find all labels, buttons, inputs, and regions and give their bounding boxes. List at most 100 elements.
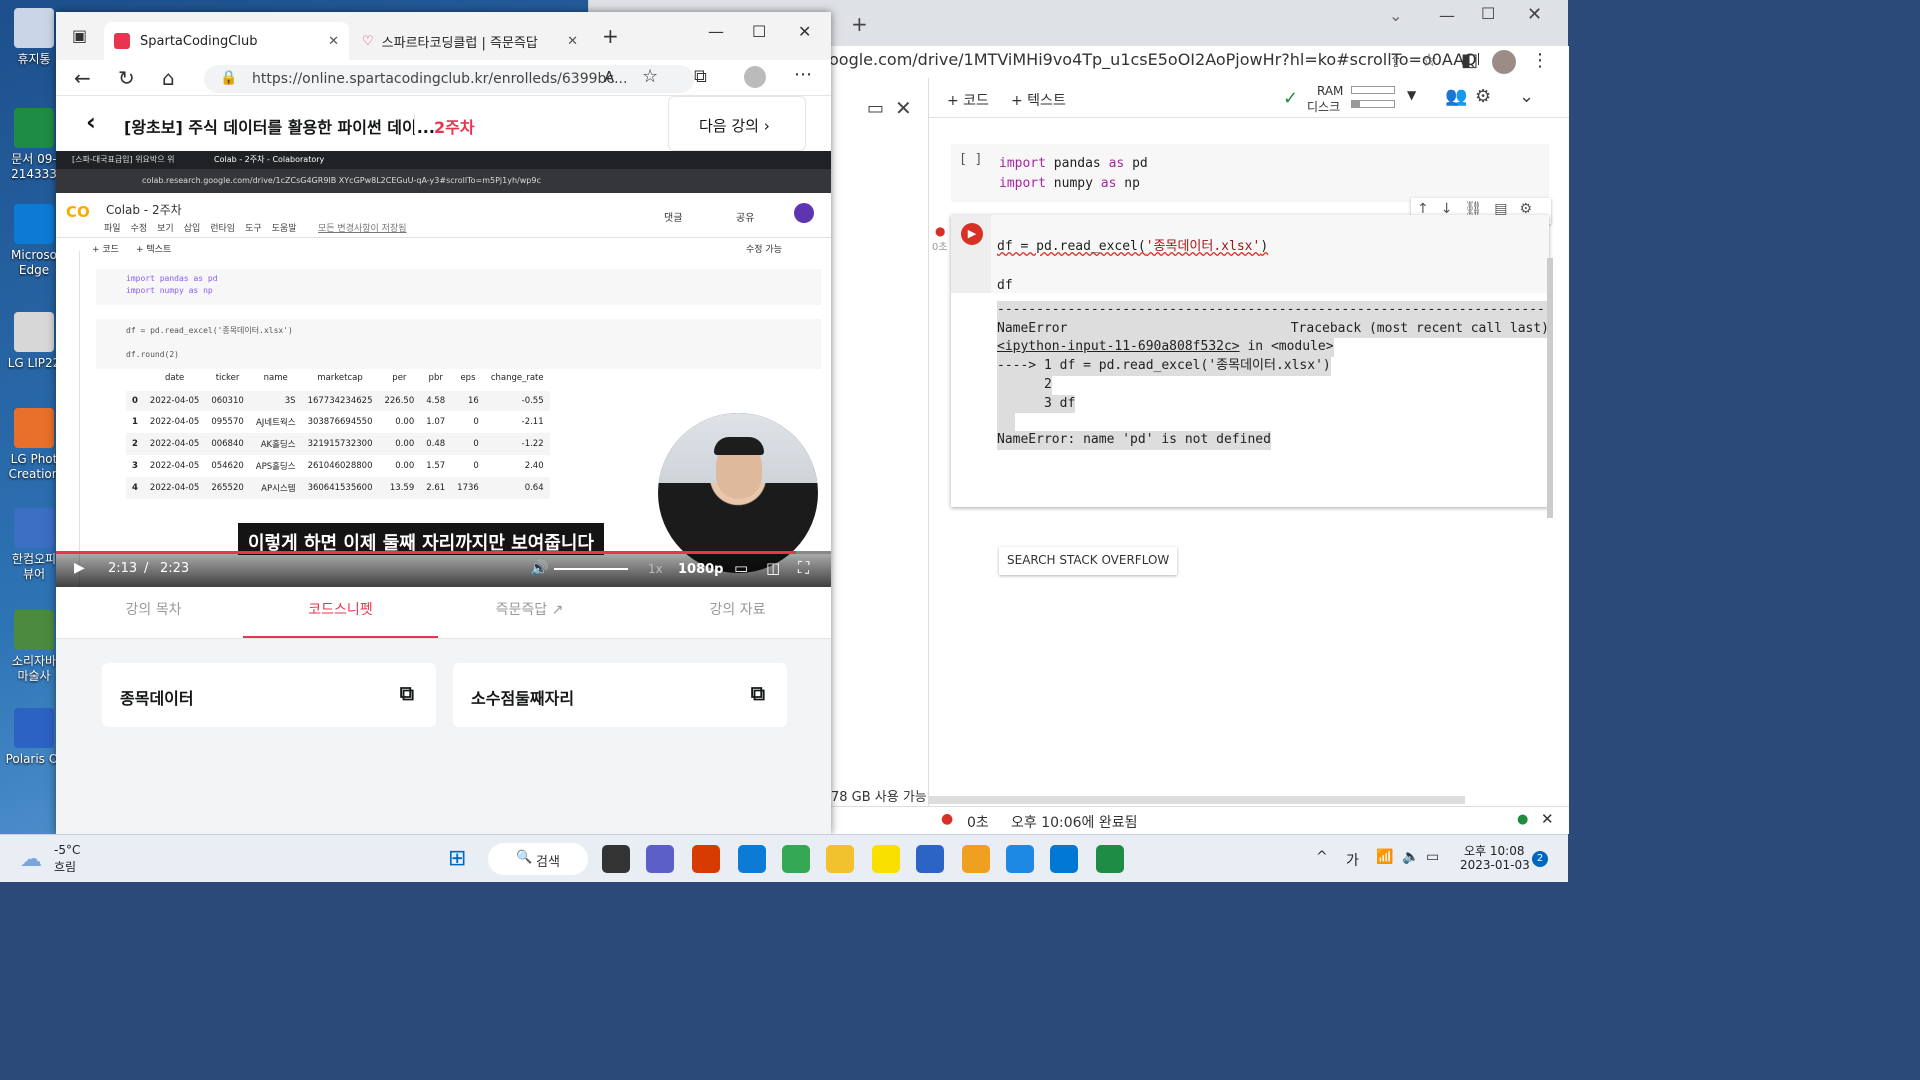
back-icon[interactable]: ← xyxy=(74,66,91,90)
add-text-button[interactable]: + 텍스트 xyxy=(1011,90,1066,110)
run-cell-button[interactable]: ▶ xyxy=(961,223,983,245)
close-panel-icon[interactable]: ✕ xyxy=(895,96,912,120)
refresh-icon[interactable]: ↻ xyxy=(118,66,135,90)
tab-qna[interactable]: ♡ 스파르타코딩클럽 | 즉문즉답 ✕ xyxy=(352,22,588,60)
traceback-link[interactable]: <ipython-input-11-690a808f532c> xyxy=(997,339,1240,354)
tab-qna-link[interactable]: 즉문즉답 ↗ xyxy=(432,587,627,639)
code-line: df = pd.read_excel('종목데이터.xlsx') xyxy=(997,239,1269,254)
pip-icon[interactable]: ◫ xyxy=(766,559,780,577)
clock-date[interactable]: 2023-01-03 xyxy=(1460,858,1530,872)
teams-icon[interactable] xyxy=(646,845,674,873)
volume-slider[interactable] xyxy=(554,568,628,570)
tab-actions-icon[interactable]: ▣ xyxy=(72,26,87,45)
clock-time[interactable]: 오후 10:08 xyxy=(1464,842,1524,859)
chrome-icon[interactable] xyxy=(782,845,810,873)
table-cell: 2.61 xyxy=(426,483,446,493)
app-icon xyxy=(14,408,54,448)
desktop-icon[interactable]: 문서 09- 214333 xyxy=(4,108,64,182)
home-icon[interactable]: ⌂ xyxy=(162,66,175,90)
search-box[interactable]: 🔍 검색 xyxy=(488,843,588,875)
code-cell-2[interactable]: ▶ df = pd.read_excel('종목데이터.xlsx') df --… xyxy=(951,215,1549,575)
snippet-card[interactable]: 종목데이터 ⧉ xyxy=(102,663,436,727)
desktop-icon[interactable]: LG LIP22 xyxy=(4,312,64,371)
next-lecture-button[interactable]: 다음 강의 › xyxy=(668,96,806,151)
more-icon[interactable]: ⋯ xyxy=(794,64,812,85)
status-close-icon[interactable]: ✕ xyxy=(1541,810,1554,828)
gear-icon[interactable]: ⚙ xyxy=(1475,86,1491,107)
task-view-icon[interactable] xyxy=(602,845,630,873)
people-icon[interactable]: 👥 xyxy=(1445,86,1467,107)
add-code-button[interactable]: + 코드 xyxy=(947,90,989,110)
ime-indicator[interactable]: 가 xyxy=(1346,850,1359,870)
maximize-icon[interactable]: ☐ xyxy=(1481,4,1495,23)
address-bar[interactable]: 🔒 https://online.spartacodingclub.kr/enr… xyxy=(204,65,694,93)
wifi-icon[interactable]: 📶 xyxy=(1376,849,1393,865)
battery-icon[interactable]: ▭ xyxy=(1426,849,1439,865)
close-tab-icon[interactable]: ✕ xyxy=(567,34,578,49)
store-icon[interactable] xyxy=(916,845,944,873)
desktop-icon[interactable]: Polaris Of xyxy=(4,708,64,767)
back-to-course-icon[interactable]: ‹ xyxy=(86,108,96,136)
extensions-icon[interactable]: ⧉ xyxy=(694,66,707,87)
sidebar-icon[interactable]: ◧ xyxy=(1461,50,1478,71)
address-bar[interactable]: oogle.com/drive/1MTViMHi9vo4Tp_u1csE5oOI… xyxy=(829,50,1479,78)
close-tab-icon[interactable]: ✕ xyxy=(328,34,339,49)
star-icon[interactable]: ☆ xyxy=(1421,50,1437,71)
minimize-icon[interactable]: — xyxy=(708,22,724,41)
kakaotalk-icon[interactable] xyxy=(872,845,900,873)
app-icon[interactable] xyxy=(962,845,990,873)
expand-panel-icon[interactable]: ▭ xyxy=(867,98,884,119)
tab-lecture-index[interactable]: 강의 목차 xyxy=(56,587,251,639)
video-progress[interactable] xyxy=(56,551,831,554)
tray-chevron-icon[interactable]: ^ xyxy=(1316,849,1328,865)
video-menu-item: 수정 xyxy=(130,224,148,234)
fullscreen-icon[interactable]: ⛶ xyxy=(798,558,809,578)
excel-icon[interactable] xyxy=(1096,845,1124,873)
start-icon[interactable]: ⊞ xyxy=(448,846,466,871)
chevron-down-icon[interactable]: ⌄ xyxy=(1389,6,1402,25)
file-explorer-icon[interactable] xyxy=(826,845,854,873)
new-tab-icon[interactable]: + xyxy=(851,12,868,36)
code-cell-1[interactable]: [ ] import pandas as pd import numpy as … xyxy=(951,144,1549,202)
read-aloud-icon[interactable]: A xyxy=(604,68,614,86)
quality-button[interactable]: 1080p xyxy=(678,562,724,577)
resources-dropdown-icon[interactable]: ▼ xyxy=(1407,88,1416,102)
favorite-icon[interactable]: ☆ xyxy=(642,66,658,87)
new-tab-icon[interactable]: + xyxy=(602,24,619,48)
copy-icon[interactable]: ⧉ xyxy=(400,681,414,705)
lecture-video[interactable]: [스파-대국표급입] 위요박으 위 Colab - 2주차 - Colabora… xyxy=(56,151,831,587)
notification-badge[interactable]: 2 xyxy=(1532,851,1548,867)
snippet-card[interactable]: 소수점둘째자리 ⧉ xyxy=(453,663,787,727)
play-icon[interactable]: ▶ xyxy=(74,560,85,576)
share-icon[interactable]: ⇪ xyxy=(1389,52,1402,71)
tab-sparta[interactable]: SpartaCodingClub ✕ xyxy=(104,22,349,60)
desktop-icon[interactable]: 소리자바 마술사 xyxy=(4,610,64,684)
tab-materials[interactable]: 강의 자료 xyxy=(640,587,835,639)
avatar[interactable] xyxy=(1492,50,1516,74)
volume-icon[interactable]: 🔊 xyxy=(530,559,549,577)
run-bracket[interactable]: [ ] xyxy=(959,152,982,167)
app-icon[interactable] xyxy=(1006,845,1034,873)
captions-icon[interactable]: ▭ xyxy=(734,559,748,577)
close-window-icon[interactable]: ✕ xyxy=(798,22,811,41)
collapse-icon[interactable]: ⌄ xyxy=(1519,86,1534,107)
close-icon[interactable]: ✕ xyxy=(1527,4,1542,25)
maximize-icon[interactable]: ☐ xyxy=(752,22,766,41)
tab-code-snippets[interactable]: 코드스니펫 xyxy=(243,587,438,638)
weather-icon[interactable]: ☁ xyxy=(20,847,42,872)
minimize-icon[interactable]: — xyxy=(1439,6,1455,25)
desktop-icon[interactable]: Microso Edge xyxy=(4,204,64,278)
vscode-icon[interactable] xyxy=(1050,845,1078,873)
video-menu-item: 보기 xyxy=(157,224,174,234)
desktop-icon[interactable]: 휴지통 xyxy=(4,8,64,67)
desktop-icon[interactable]: LG Phot Creation xyxy=(4,408,64,482)
search-stack-overflow-button[interactable]: SEARCH STACK OVERFLOW xyxy=(999,547,1178,575)
more-icon[interactable]: ⋮ xyxy=(1531,50,1549,71)
speed-button[interactable]: 1x xyxy=(648,562,663,576)
copy-icon[interactable]: ⧉ xyxy=(751,681,765,705)
office-icon[interactable] xyxy=(692,845,720,873)
edge-icon[interactable] xyxy=(738,845,766,873)
desktop-icon[interactable]: 한컴오피 뷰어 xyxy=(4,508,64,582)
speaker-icon[interactable]: 🔈 xyxy=(1402,849,1419,865)
profile-icon[interactable] xyxy=(744,66,766,88)
